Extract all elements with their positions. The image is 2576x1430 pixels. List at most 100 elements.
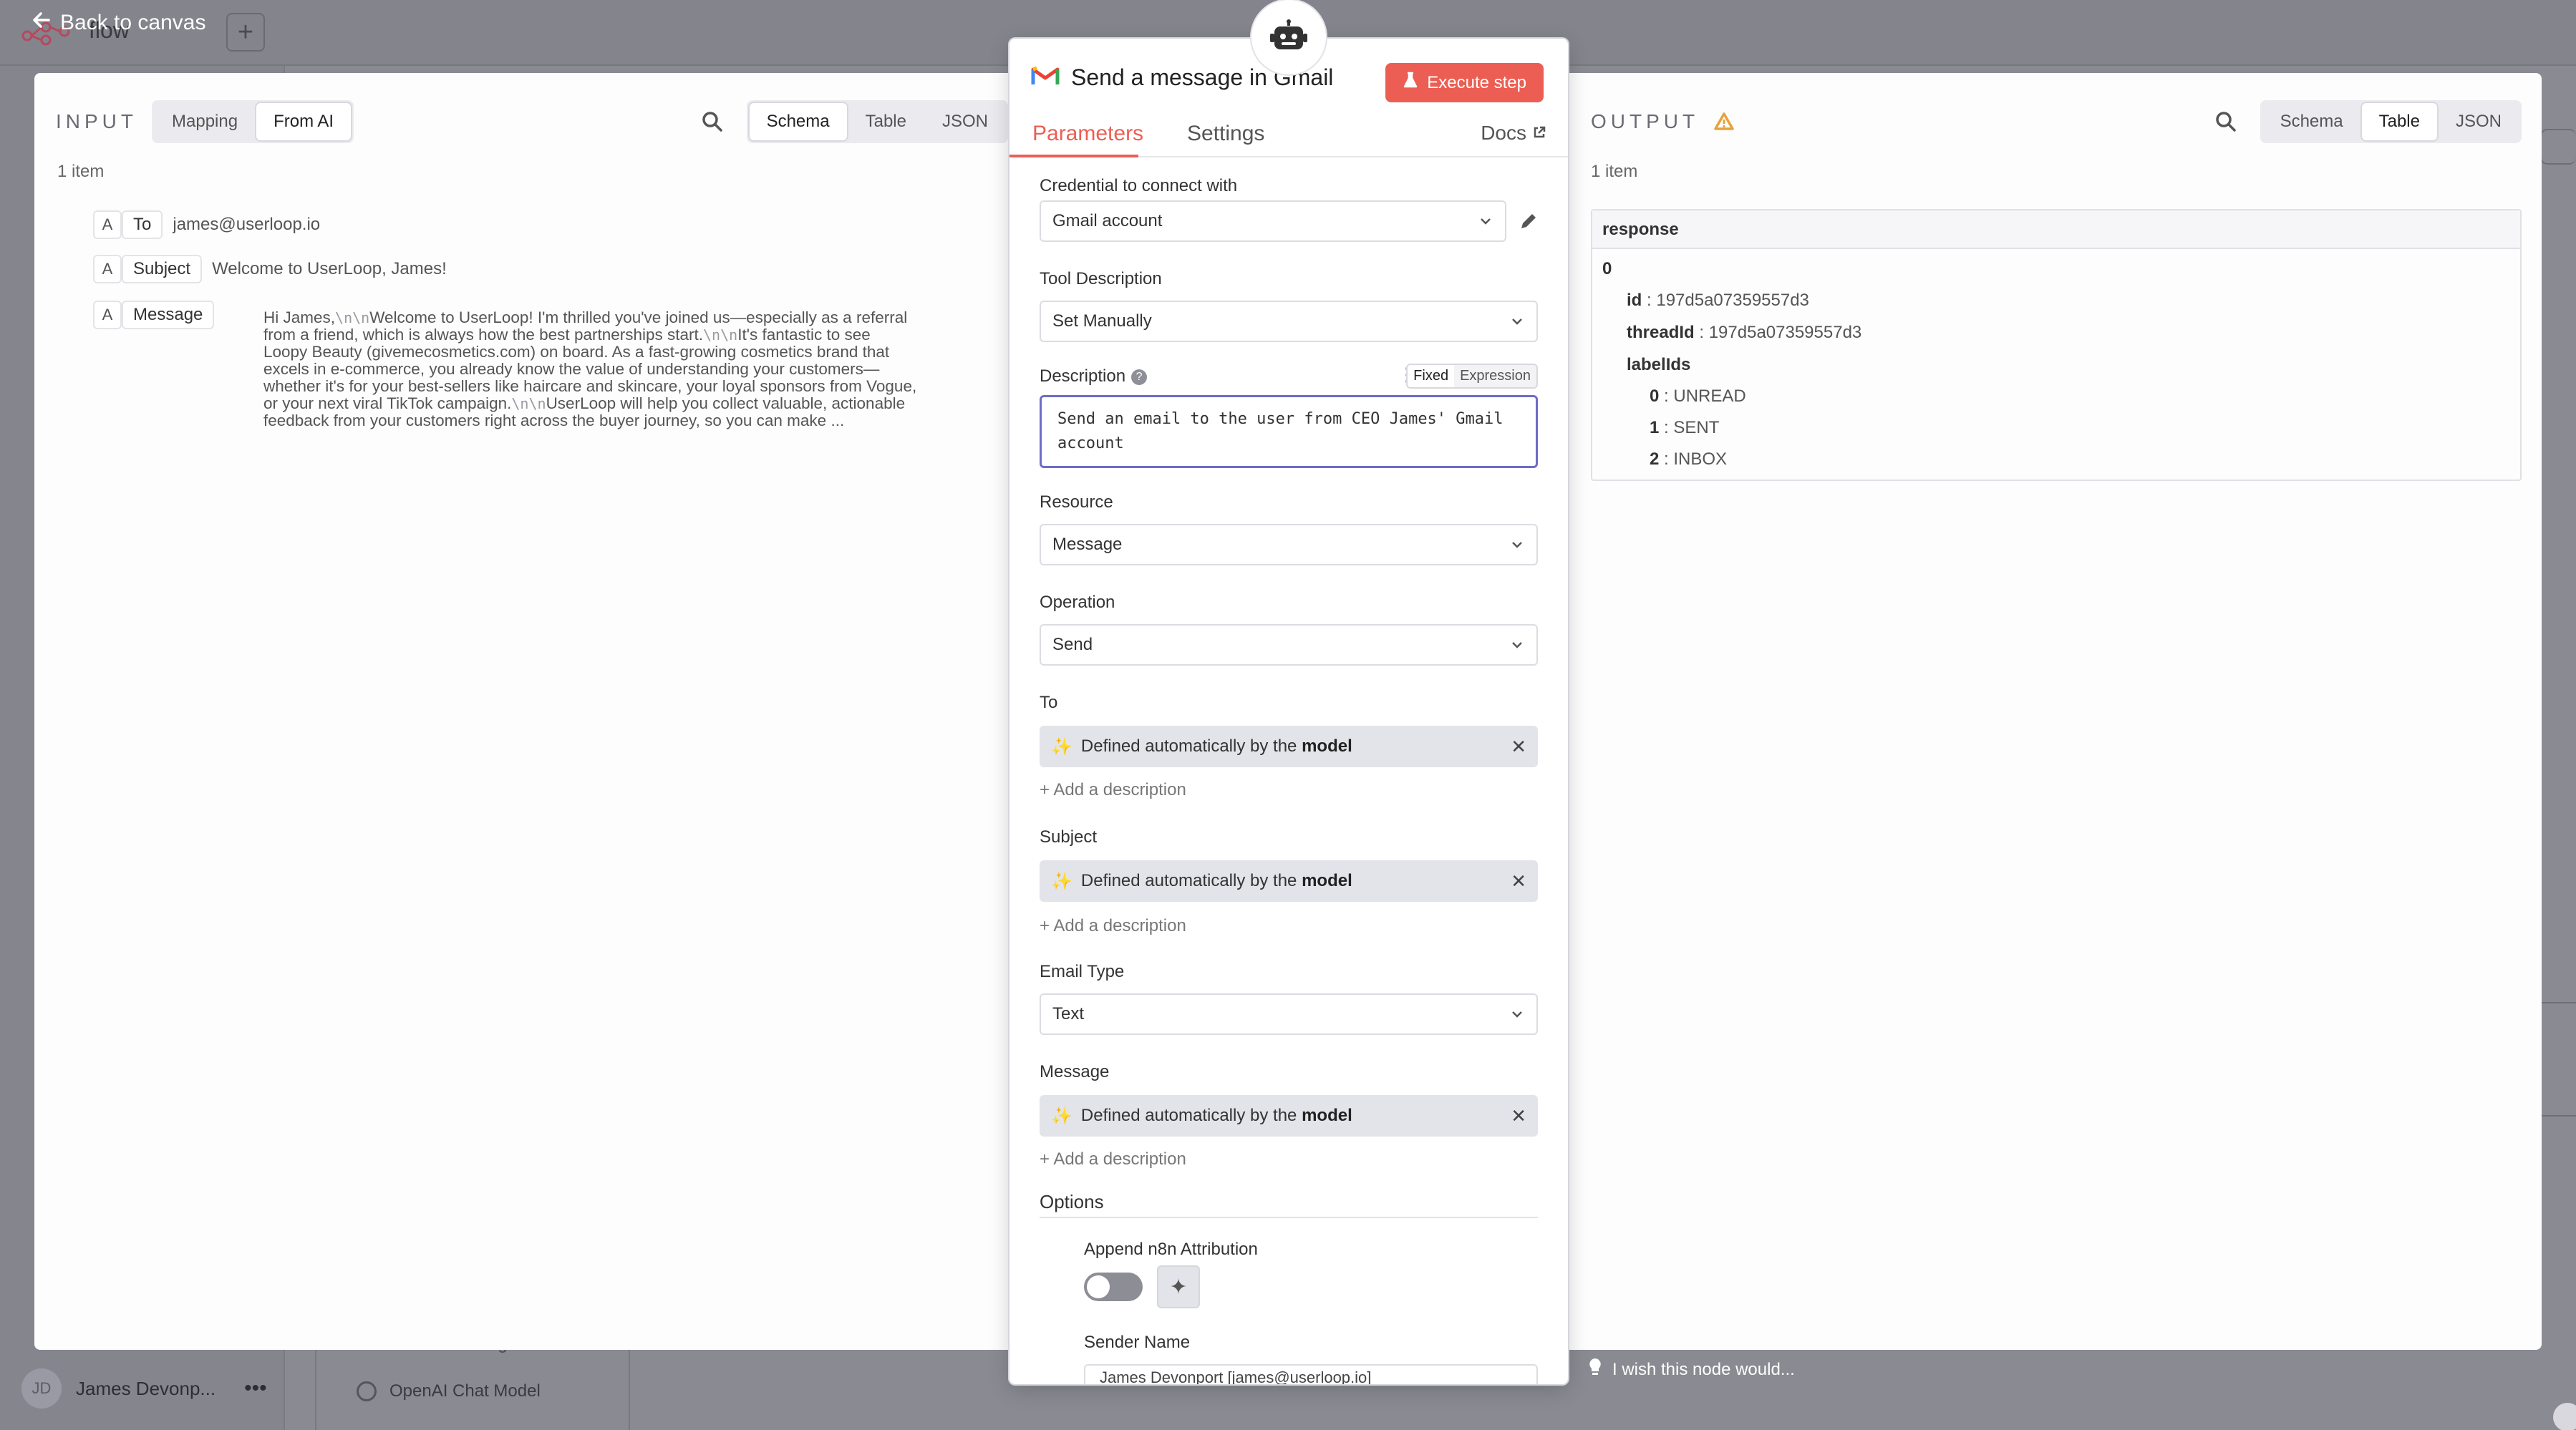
to-ai-field[interactable]: ✨ Defined automatically by the model ✕ [1040,726,1538,767]
search-icon[interactable] [701,110,724,133]
input-field-to[interactable]: A To james@userloop.io [93,210,320,239]
to-label: To [1040,693,1058,712]
input-panel-header: INPUT Mapping From AI Schema Table JSON [56,100,1008,143]
canvas-control-fragment [2540,129,2576,165]
canvas-node-openai-label: OpenAI Chat Model [389,1381,541,1401]
ai-field-text: Defined automatically by the model [1080,736,1352,756]
field-value: james@userloop.io [173,215,321,234]
sender-name-input[interactable]: James Devonport [james@userloop.io] [1084,1364,1538,1384]
execute-step-label: Execute step [1427,72,1526,92]
lightbulb-icon [1588,1357,1602,1382]
more-options-icon[interactable]: ••• [244,1376,267,1401]
back-to-canvas-link[interactable]: Back to canvas [32,9,205,37]
subject-ai-field[interactable]: ✨ Defined automatically by the model ✕ [1040,860,1538,902]
execute-step-button[interactable]: Execute step [1385,63,1544,102]
string-type-icon: A [93,301,122,329]
subject-label: Subject [1040,827,1098,847]
toggle-expression[interactable]: Expression [1454,365,1536,387]
warning-icon[interactable] [1713,111,1735,132]
back-label: Back to canvas [60,10,206,34]
feedback-prompt[interactable]: I wish this node would... [1588,1357,1795,1382]
input-field-message[interactable]: A Message [93,301,215,329]
toggle-knob [1087,1275,1110,1298]
output-view-table[interactable]: Table [2361,103,2437,140]
docs-link[interactable]: Docs [1481,122,1546,145]
field-key: Subject [122,255,203,283]
add-description-link[interactable]: + Add a description [1040,780,1186,800]
message-value: Hi James,\n\nWelcome to UserLoop! I'm th… [263,308,917,429]
append-attribution-label: Append n8n Attribution [1084,1240,1258,1259]
email-type-label: Email Type [1040,962,1125,981]
resource-select[interactable]: Message [1040,524,1538,565]
output-view-toggle: Schema Table JSON [2260,100,2522,143]
email-type-select[interactable]: Text [1040,993,1538,1035]
string-type-icon: A [93,210,122,239]
ai-field-text: Defined automatically by the model [1080,871,1352,890]
options-title: Options [1040,1191,1104,1212]
input-view-table[interactable]: Table [848,103,924,140]
search-icon[interactable] [2214,110,2237,133]
add-description-link[interactable]: + Add a description [1040,916,1186,936]
node-parameters-panel: Send a message in Gmail Execute step Par… [1009,39,1568,1384]
operation-select[interactable]: Send [1040,624,1538,666]
add-description-link[interactable]: + Add a description [1040,1149,1186,1169]
tool-description-select[interactable]: Set Manually [1040,301,1538,342]
output-view-json[interactable]: JSON [2439,103,2519,140]
output-label-item: 1 : SENT [1650,418,1720,437]
input-view-json[interactable]: JSON [925,103,1005,140]
flask-icon [1403,72,1418,94]
field-key: Message [122,301,215,329]
fixed-expression-toggle: Fixed Expression [1406,364,1538,389]
toggle-fixed[interactable]: Fixed [1408,365,1455,387]
output-id-row: id : 197d5a07359557d3 [1627,291,1809,310]
tab-settings[interactable]: Settings [1187,122,1264,146]
append-attribution-toggle[interactable] [1084,1273,1143,1301]
help-icon[interactable]: ? [1131,369,1148,385]
input-field-subject[interactable]: A Subject Welcome to UserLoop, James! [93,255,447,283]
credential-select[interactable]: Gmail account [1040,200,1506,242]
output-labels-row: labelIds [1627,355,1691,374]
mode-mapping[interactable]: Mapping [155,103,255,140]
canvas-node-openai[interactable]: OpenAI Chat Model [357,1381,541,1401]
user-name: James Devonp... [76,1377,216,1399]
avatar: JD [21,1368,62,1409]
close-icon[interactable]: ✕ [1511,870,1526,892]
output-label-item: 0 : UNREAD [1650,386,1746,406]
input-view-schema[interactable]: Schema [749,103,847,140]
chevron-down-icon [1512,542,1522,548]
output-title: OUTPUT [1591,110,1700,132]
output-label-item: 2 : INBOX [1650,449,1728,469]
chevron-down-icon [1512,318,1522,325]
external-link-icon [1532,122,1546,145]
canvas-button-fragment [2553,1403,2576,1430]
output-table-header: response [1592,210,2520,249]
input-title: INPUT [56,110,137,132]
tab-parameters[interactable]: Parameters [1032,122,1143,146]
output-panel-header: OUTPUT Schema Table JSON [1591,100,2522,143]
add-tab-button[interactable]: + [226,13,265,52]
feedback-text: I wish this node would... [1612,1359,1795,1379]
close-icon[interactable]: ✕ [1511,736,1526,758]
sparkle-icon: ✨ [1051,871,1072,891]
sender-name-label: Sender Name [1084,1333,1191,1352]
output-view-schema[interactable]: Schema [2263,103,2360,140]
field-value: Welcome to UserLoop, James! [212,259,447,278]
active-tab-indicator [1009,155,1138,157]
arrow-left-icon [32,9,52,37]
user-menu[interactable]: JD James Devonp... ••• [21,1368,267,1409]
sparkle-icon: ✨ [1051,1106,1072,1126]
close-icon[interactable]: ✕ [1511,1105,1526,1127]
input-view-toggle: Schema Table JSON [746,100,1008,143]
mode-from-ai[interactable]: From AI [256,103,352,140]
options-divider [1040,1217,1538,1218]
message-ai-field[interactable]: ✨ Defined automatically by the model ✕ [1040,1095,1538,1137]
sparkle-ai-button[interactable]: ✦ [1157,1265,1200,1308]
output-thread-row: threadId : 197d5a07359557d3 [1627,323,1862,342]
string-type-icon: A [93,255,122,283]
description-textarea[interactable]: Send an email to the user from CEO James… [1040,395,1538,468]
sparkle-icon: ✨ [1051,736,1072,757]
output-table: response 0 id : 197d5a07359557d3 threadI… [1591,209,2522,481]
chevron-down-icon [1512,642,1522,648]
pencil-edit-icon[interactable] [1518,210,1539,235]
node-tabs: Parameters Settings Docs [1009,116,1568,157]
